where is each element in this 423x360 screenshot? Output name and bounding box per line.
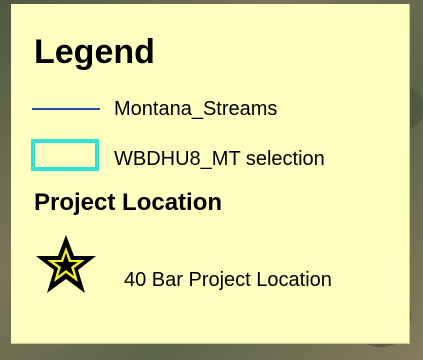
montana-streams-label: Montana_Streams	[114, 98, 278, 120]
project-location-label: 40 Bar Project Location	[124, 269, 332, 291]
wbdhu8-selection-label: WBDHU8_MT selection	[114, 148, 325, 170]
map-legend: Legend Montana_Streams WBDHU8_MT selecti…	[11, 4, 410, 344]
star-icon	[36, 235, 96, 293]
legend-title: Legend	[34, 33, 155, 71]
project-location-heading: Project Location	[34, 189, 223, 216]
montana-streams-line-symbol	[32, 108, 100, 110]
wbdhu8-selection-symbol	[31, 139, 99, 171]
